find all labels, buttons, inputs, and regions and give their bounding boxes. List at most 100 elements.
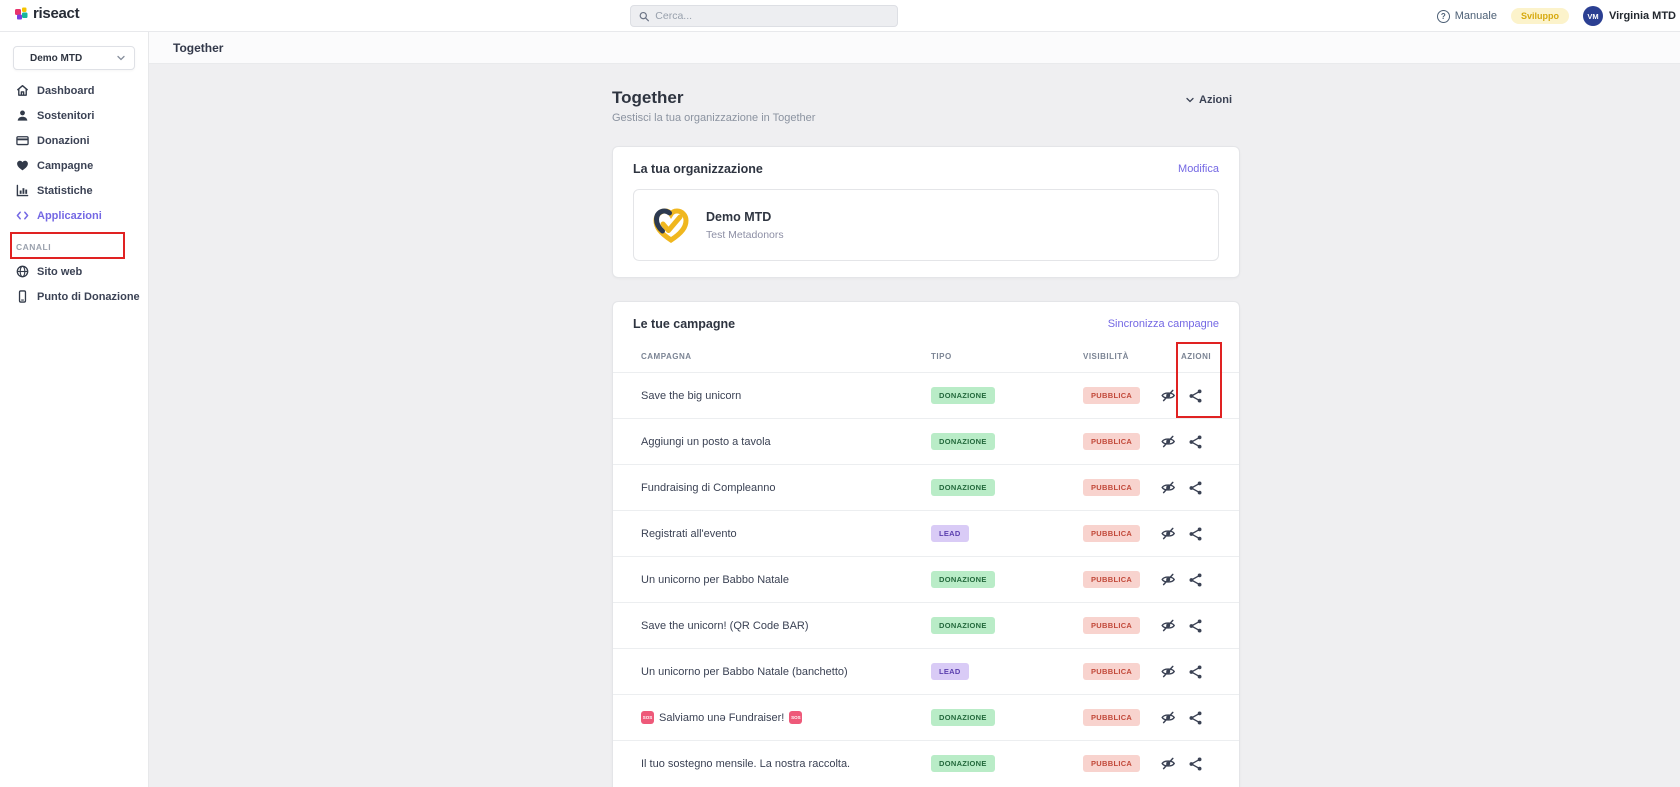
campaign-name-cell: Aggiungi un posto a tavola	[641, 419, 771, 464]
tipo-badge: DONAZIONE	[931, 709, 995, 726]
table-row[interactable]: SOS Salviamo unə Fundraiser! SOS DONAZIO…	[613, 694, 1239, 740]
share-campaign-button[interactable]	[1189, 435, 1202, 449]
sidebar-item-sostenitori[interactable]: Sostenitori	[0, 103, 148, 128]
visibilita-cell: PUBBLICA	[1083, 557, 1140, 602]
avatar: VM	[1583, 6, 1603, 26]
visibilita-cell: PUBBLICA	[1083, 695, 1140, 740]
hide-campaign-button[interactable]	[1161, 619, 1176, 632]
sidebar-item-campagne[interactable]: Campagne	[0, 153, 148, 178]
visibilita-cell: PUBBLICA	[1083, 511, 1140, 556]
table-row[interactable]: Fundraising di Compleanno DONAZIONE PUBB…	[613, 464, 1239, 510]
hide-campaign-button[interactable]	[1161, 573, 1176, 586]
eye-off-icon	[1161, 711, 1176, 724]
campaign-name: Il tuo sostegno mensile. La nostra racco…	[641, 758, 850, 770]
sidebar-nav: Dashboard Sostenitori Donazioni Campagne	[0, 78, 148, 309]
sidebar-item-donazioni[interactable]: Donazioni	[0, 128, 148, 153]
main-content: Together Gestisci la tua organizzazione …	[149, 64, 1680, 787]
home-icon	[16, 84, 29, 97]
user-menu[interactable]: VM Virginia MTD	[1583, 6, 1676, 26]
table-row[interactable]: Un unicorno per Babbo Natale (banchetto)…	[613, 648, 1239, 694]
modifica-link[interactable]: Modifica	[1178, 163, 1219, 175]
share-campaign-button[interactable]	[1189, 389, 1202, 403]
sidebar-item-applicazioni[interactable]: Applicazioni	[0, 203, 148, 228]
column-header-azioni: AZIONI	[1181, 352, 1211, 361]
tipo-badge: DONAZIONE	[931, 433, 995, 450]
sidebar-item-dashboard[interactable]: Dashboard	[0, 78, 148, 103]
tipo-cell: LEAD	[931, 649, 969, 694]
visibilita-cell: PUBBLICA	[1083, 373, 1140, 418]
sidebar-item-sito-web[interactable]: Sito web	[0, 259, 148, 284]
app-logo[interactable]: riseact	[14, 5, 79, 22]
tipo-badge: DONAZIONE	[931, 755, 995, 772]
sos-emoji: SOS	[641, 711, 654, 724]
hide-campaign-button[interactable]	[1161, 711, 1176, 724]
table-row[interactable]: Save the big unicorn DONAZIONE PUBBLICA	[613, 372, 1239, 418]
search-field[interactable]	[655, 10, 889, 22]
table-row[interactable]: Registrati all'evento LEAD PUBBLICA	[613, 510, 1239, 556]
tipo-cell: DONAZIONE	[931, 603, 995, 648]
visibilita-badge: PUBBLICA	[1083, 479, 1140, 496]
visibilita-cell: PUBBLICA	[1083, 741, 1140, 786]
hide-campaign-button[interactable]	[1161, 527, 1176, 540]
tipo-badge: DONAZIONE	[931, 571, 995, 588]
table-row[interactable]: Il tuo sostegno mensile. La nostra racco…	[613, 740, 1239, 786]
tipo-badge: DONAZIONE	[931, 617, 995, 634]
table-row[interactable]: Un unicorno per Babbo Natale DONAZIONE P…	[613, 556, 1239, 602]
sidebar-item-statistiche[interactable]: Statistiche	[0, 178, 148, 203]
azioni-cell	[1161, 695, 1202, 740]
visibilita-badge: PUBBLICA	[1083, 617, 1140, 634]
card-icon	[16, 134, 29, 147]
search-input[interactable]	[630, 5, 898, 27]
topbar: riseact ? Manuale Sviluppo VM Virginia M…	[0, 0, 1680, 32]
share-campaign-button[interactable]	[1189, 481, 1202, 495]
share-icon	[1189, 481, 1202, 495]
share-campaign-button[interactable]	[1189, 757, 1202, 771]
hide-campaign-button[interactable]	[1161, 389, 1176, 402]
azioni-label: Azioni	[1199, 94, 1232, 106]
sidebar-item-label: Punto di Donazione	[37, 291, 140, 303]
table-row[interactable]: Aggiungi un posto a tavola DONAZIONE PUB…	[613, 418, 1239, 464]
visibilita-badge: PUBBLICA	[1083, 387, 1140, 404]
organization-row[interactable]: Demo MTD Test Metadonors	[633, 189, 1219, 261]
share-icon	[1189, 573, 1202, 587]
chart-icon	[16, 184, 29, 197]
organization-selector[interactable]: Demo MTD	[13, 46, 135, 70]
column-header-visibilita: VISIBILITÀ	[1083, 352, 1129, 361]
hide-campaign-button[interactable]	[1161, 435, 1176, 448]
campaign-name-cell: Un unicorno per Babbo Natale (banchetto)	[641, 649, 848, 694]
hide-campaign-button[interactable]	[1161, 481, 1176, 494]
hide-campaign-button[interactable]	[1161, 757, 1176, 770]
heart-icon	[16, 159, 29, 172]
campaign-name: Save the big unicorn	[641, 390, 741, 402]
share-campaign-button[interactable]	[1189, 527, 1202, 541]
sidebar-item-label: Statistiche	[37, 185, 93, 197]
tipo-badge: LEAD	[931, 663, 969, 680]
organization-card-title: La tua organizzazione	[633, 162, 763, 176]
sidebar-section-canali: CANALI	[0, 234, 148, 259]
tipo-cell: DONAZIONE	[931, 695, 995, 740]
breadcrumb: Together	[173, 41, 223, 55]
azioni-dropdown-button[interactable]: Azioni	[1186, 94, 1232, 106]
share-campaign-button[interactable]	[1189, 665, 1202, 679]
visibilita-badge: PUBBLICA	[1083, 663, 1140, 680]
sincronizza-campagne-link[interactable]: Sincronizza campagne	[1108, 318, 1219, 330]
sidebar-item-punto-di-donazione[interactable]: Punto di Donazione	[0, 284, 148, 309]
table-row[interactable]: Save the unicorn! (QR Code BAR) DONAZION…	[613, 602, 1239, 648]
share-campaign-button[interactable]	[1189, 619, 1202, 633]
column-header-tipo: TIPO	[931, 352, 952, 361]
campaign-name: Fundraising di Compleanno	[641, 482, 776, 494]
eye-off-icon	[1161, 527, 1176, 540]
campaign-name-cell: Save the big unicorn	[641, 373, 741, 418]
visibilita-cell: PUBBLICA	[1083, 603, 1140, 648]
logo-text: riseact	[33, 5, 79, 22]
share-campaign-button[interactable]	[1189, 573, 1202, 587]
eye-off-icon	[1161, 481, 1176, 494]
sidebar-item-label: Applicazioni	[37, 210, 102, 222]
eye-off-icon	[1161, 435, 1176, 448]
campaign-name-cell: Registrati all'evento	[641, 511, 737, 556]
sos-emoji: SOS	[789, 711, 802, 724]
share-icon	[1189, 527, 1202, 541]
manuale-link[interactable]: ? Manuale	[1437, 10, 1497, 23]
share-campaign-button[interactable]	[1189, 711, 1202, 725]
hide-campaign-button[interactable]	[1161, 665, 1176, 678]
